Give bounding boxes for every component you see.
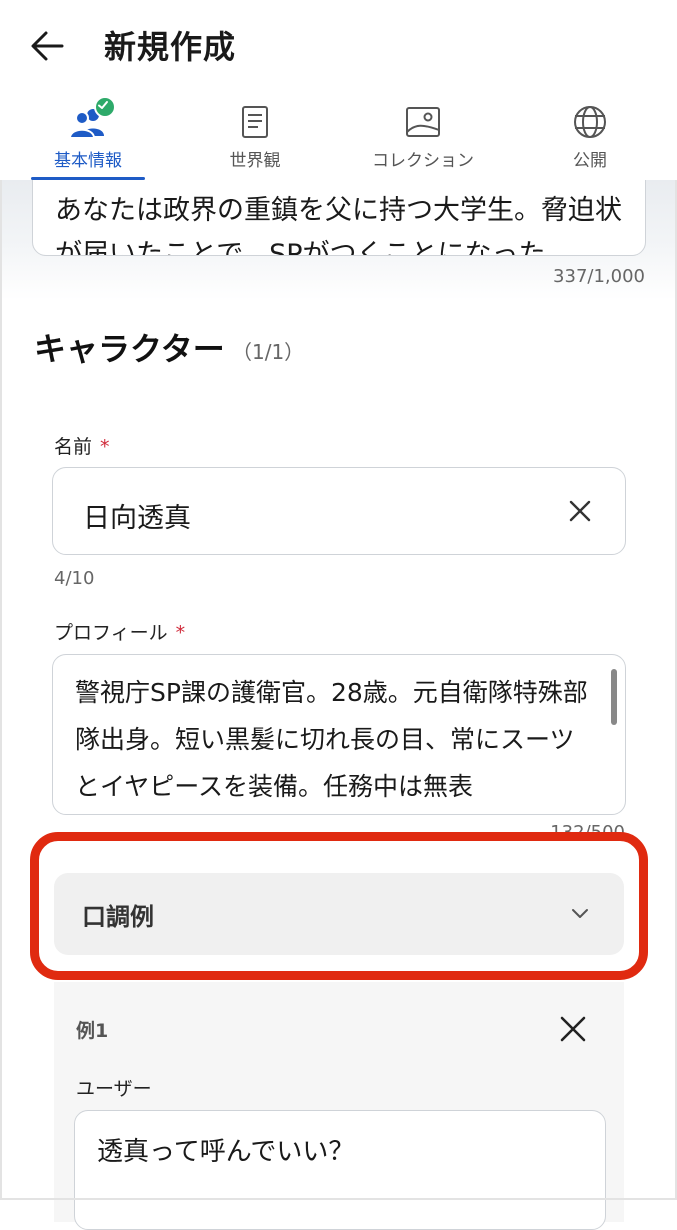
user-message-text: 透真って呼んでいい？ [97,1137,355,1167]
name-label: 名前 * [54,432,110,459]
tab-bar: 基本情報 世界観 コレクション 公開 [0,92,677,180]
close-icon [569,500,591,522]
name-label-text: 名前 [54,436,93,458]
back-button[interactable] [28,26,68,66]
profile-label-text: プロフィール [54,622,168,644]
image-icon [403,102,443,142]
intro-counter: 337/1,000 [553,266,645,287]
example-title: 例1 [76,1020,109,1042]
remove-example-button[interactable] [556,1012,590,1046]
arrow-left-icon [31,31,64,61]
name-input[interactable]: 日向透真 [52,467,626,555]
user-label: ユーザー [76,1078,152,1100]
close-icon [560,1016,586,1042]
character-section-title: キャラクター [34,330,225,368]
profile-textarea[interactable]: 警視庁SP課の護衛官。28歳。元自衛隊特殊部隊出身。短い黒髪に切れ長の目、常にス… [52,654,626,815]
required-mark: * [100,436,110,458]
tab-collection[interactable]: コレクション [348,92,498,180]
user-message-input[interactable]: 透真って呼んでいい？ [74,1110,606,1230]
tab-publish-label: 公開 [573,151,607,171]
tab-worldview-label: 世界観 [229,151,281,171]
document-icon [235,102,275,142]
header: 新規作成 基本情報 世界観 コレクション 公開 [0,0,677,180]
intro-text: あなたは政界の重鎮を父に持つ大学生。脅迫状が届いたことで、SPがつくことになった… [55,195,622,256]
clear-name-button[interactable] [563,494,597,528]
highlight-annotation [30,832,648,980]
profile-scrollbar[interactable] [611,669,617,725]
profile-label: プロフィール * [54,618,185,645]
tab-collection-label: コレクション [372,151,474,171]
example-panel: 例1 ユーザー 透真って呼んでいい？ [54,982,624,1230]
page-title: 新規作成 [104,28,237,66]
tab-basic-info-label: 基本情報 [54,151,122,171]
tab-basic-info[interactable]: 基本情報 [13,92,163,180]
profile-text: 警視庁SP課の護衛官。28歳。元自衛隊特殊部隊出身。短い黒髪に切れ長の目、常にス… [75,678,588,801]
active-tab-indicator [31,177,145,180]
tab-worldview[interactable]: 世界観 [180,92,330,180]
character-count: （1/1） [232,340,305,364]
globe-icon [570,102,610,142]
name-counter: 4/10 [54,568,95,589]
required-mark: * [175,622,186,644]
tab-publish[interactable]: 公開 [515,92,665,180]
users-icon [68,96,116,142]
name-value: 日向透真 [83,503,191,534]
check-badge-icon [94,96,116,118]
